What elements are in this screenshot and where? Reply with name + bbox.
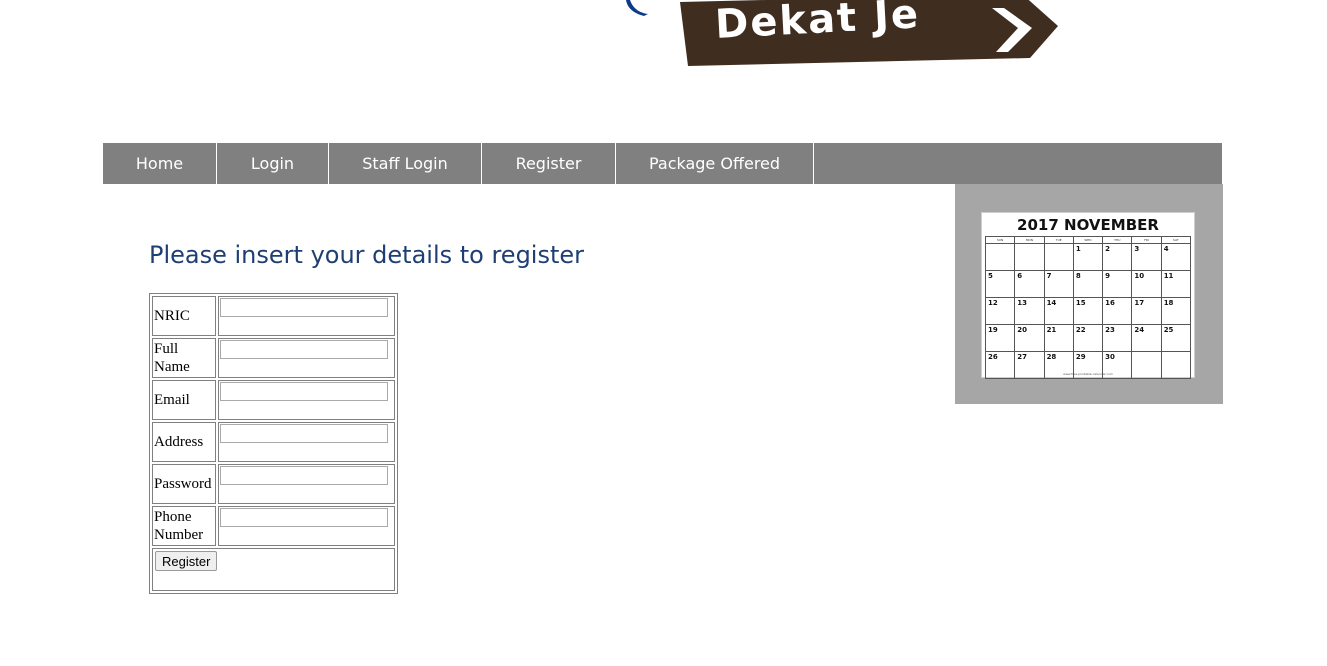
calendar-day: 23 [1102,324,1133,352]
calendar-panel: 2017 NOVEMBER SUN MON TUE WED THU FRI SA… [955,184,1223,404]
calendar-day: 17 [1131,297,1162,325]
form-row: Email [152,380,395,420]
nav-register[interactable]: Register [482,143,616,184]
password-label: Password [152,464,216,504]
calendar-day: 24 [1131,324,1162,352]
calendar-day: 2 [1102,243,1133,271]
calendar-day: 25 [1160,324,1192,352]
calendar-day: 7 [1043,270,1074,298]
calendar-day: 1 [1072,243,1104,271]
calendar-footer: www.free-printable-calendar.com [1063,372,1113,376]
register-form: NRIC Full Name Email Address Password Ph… [149,293,398,594]
nav-package-offered[interactable]: Package Offered [616,143,814,184]
page-title: Please insert your details to register [149,241,585,269]
calendar-image: 2017 NOVEMBER SUN MON TUE WED THU FRI SA… [981,212,1195,379]
password-field[interactable] [220,466,388,485]
calendar-day: 21 [1043,324,1074,352]
logo-swoosh [626,0,648,16]
calendar-day: 12 [984,297,1016,325]
weekday-header: SUN [984,236,1016,244]
weekday-header: THU [1102,236,1133,244]
form-row: Password [152,464,395,504]
phone-number-field[interactable] [220,508,388,527]
calendar-day: 13 [1014,297,1045,325]
full-name-field[interactable] [220,340,388,359]
nric-field[interactable] [220,298,388,317]
address-field[interactable] [220,424,388,443]
calendar-day: 11 [1160,270,1192,298]
calendar-day: 10 [1131,270,1162,298]
calendar-day: 14 [1043,297,1074,325]
calendar-day: 3 [1131,243,1162,271]
calendar-day: 5 [984,270,1016,298]
weekday-header: SAT [1160,236,1192,244]
calendar-day: 15 [1072,297,1104,325]
register-button[interactable]: Register [155,551,218,571]
nav-staff-login[interactable]: Staff Login [329,143,482,184]
address-label: Address [152,422,216,462]
calendar-day: 18 [1160,297,1192,325]
form-row: Full Name [152,338,395,378]
email-field[interactable] [220,382,388,401]
calendar-day [1043,243,1074,271]
form-row: Phone Number [152,506,395,546]
calendar-title: 2017 NOVEMBER [1017,216,1159,234]
weekday-header: FRI [1131,236,1162,244]
calendar-day [1014,243,1045,271]
calendar-day: 16 [1102,297,1133,325]
weekday-header: TUE [1043,236,1074,244]
calendar-day: 19 [984,324,1016,352]
email-label: Email [152,380,216,420]
calendar-day: 9 [1102,270,1133,298]
form-row: Register [152,548,395,591]
weekday-header: WED [1072,236,1104,244]
main-nav: Home Login Staff Login Register Package … [103,143,1222,184]
calendar-day: 22 [1072,324,1104,352]
nav-home[interactable]: Home [103,143,217,184]
form-row: Address [152,422,395,462]
nric-label: NRIC [152,296,216,336]
calendar-grid: SUN MON TUE WED THU FRI SAT 1 2 3 4 5 6 … [984,236,1192,379]
calendar-day: 20 [1014,324,1045,352]
form-row: NRIC [152,296,395,336]
calendar-day: 6 [1014,270,1045,298]
calendar-day [984,243,1016,271]
weekday-header: MON [1014,236,1045,244]
phone-number-label: Phone Number [152,506,216,546]
full-name-label: Full Name [152,338,216,378]
calendar-day: 4 [1160,243,1192,271]
calendar-day: 8 [1072,270,1104,298]
nav-login[interactable]: Login [217,143,329,184]
